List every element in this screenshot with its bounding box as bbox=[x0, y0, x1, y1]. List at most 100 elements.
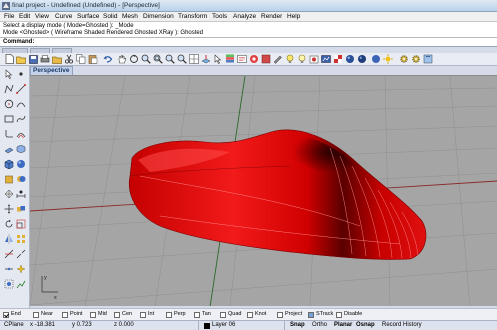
osnap-checkbox[interactable] bbox=[166, 312, 172, 318]
zoom-window-icon[interactable] bbox=[153, 54, 163, 64]
move-icon[interactable] bbox=[3, 203, 14, 214]
extrude-icon[interactable] bbox=[3, 173, 14, 184]
boolean-icon[interactable] bbox=[15, 173, 26, 184]
analyze-icon[interactable] bbox=[15, 278, 26, 289]
layer-icon[interactable] bbox=[225, 54, 235, 64]
dimension-icon[interactable] bbox=[15, 188, 26, 199]
osnap-toggle[interactable]: Osnap bbox=[356, 322, 375, 328]
arc-icon[interactable] bbox=[15, 98, 26, 109]
four-viewports-icon[interactable] bbox=[189, 54, 199, 64]
osnap-checkbox[interactable] bbox=[220, 312, 226, 318]
viewport-tab-perspective[interactable]: Perspective bbox=[30, 66, 73, 75]
line-icon[interactable] bbox=[15, 83, 26, 94]
rotate-icon[interactable] bbox=[3, 218, 14, 229]
gear-icon[interactable] bbox=[399, 54, 409, 64]
join-icon[interactable] bbox=[3, 263, 14, 274]
sun-icon[interactable] bbox=[383, 54, 393, 64]
menu-transform[interactable]: Transform bbox=[178, 13, 207, 20]
select-all-icon[interactable] bbox=[213, 54, 223, 64]
open-template-icon[interactable] bbox=[52, 54, 62, 64]
select-icon[interactable] bbox=[3, 68, 14, 79]
lightbulb-icon[interactable] bbox=[285, 54, 295, 64]
render-preview-icon[interactable] bbox=[309, 54, 319, 64]
pan-hand-icon[interactable] bbox=[117, 54, 127, 64]
box-icon[interactable] bbox=[3, 158, 14, 169]
osnap-checkbox[interactable] bbox=[62, 312, 68, 318]
save-icon[interactable] bbox=[28, 54, 38, 64]
layer-color-swatch[interactable] bbox=[204, 323, 210, 329]
menu-edit[interactable]: Edit bbox=[19, 13, 30, 20]
viewport-canvas[interactable]: y x bbox=[30, 76, 497, 306]
sphere-solid-icon[interactable] bbox=[15, 158, 26, 169]
new-file-icon[interactable] bbox=[4, 54, 14, 64]
osnap-checkbox[interactable] bbox=[140, 312, 146, 318]
cut-icon[interactable] bbox=[64, 54, 74, 64]
rectangle-icon[interactable] bbox=[3, 113, 14, 124]
offset-icon[interactable] bbox=[15, 128, 26, 139]
mirror-icon[interactable] bbox=[3, 233, 14, 244]
status-layer[interactable]: Layer 06 bbox=[212, 322, 235, 328]
split-icon[interactable] bbox=[15, 248, 26, 259]
osnap-checkbox[interactable] bbox=[194, 312, 200, 318]
loft-icon[interactable] bbox=[15, 143, 26, 154]
paste-icon[interactable] bbox=[88, 54, 98, 64]
materials-icon[interactable] bbox=[333, 54, 343, 64]
red-nurbs-object[interactable] bbox=[128, 129, 427, 260]
menu-dimension[interactable]: Dimension bbox=[143, 13, 174, 20]
osnap-checkbox[interactable] bbox=[308, 312, 314, 318]
group-icon[interactable] bbox=[3, 278, 14, 289]
array-icon[interactable] bbox=[15, 233, 26, 244]
light-icon[interactable] bbox=[297, 54, 307, 64]
cplane-icon[interactable] bbox=[201, 54, 211, 64]
print-icon[interactable] bbox=[40, 54, 50, 64]
zoom-selected-icon[interactable] bbox=[177, 54, 187, 64]
menu-help[interactable]: Help bbox=[287, 13, 300, 20]
object-properties-icon[interactable] bbox=[237, 54, 247, 64]
menu-surface[interactable]: Surface bbox=[77, 13, 99, 20]
properties-icon[interactable] bbox=[261, 54, 271, 64]
rotate-view-icon[interactable] bbox=[129, 54, 139, 64]
osnap-checkbox[interactable] bbox=[336, 312, 342, 318]
environment-icon[interactable] bbox=[357, 54, 367, 64]
polyline-icon[interactable] bbox=[3, 83, 14, 94]
menu-mesh[interactable]: Mesh bbox=[122, 13, 138, 20]
curve-icon[interactable] bbox=[15, 113, 26, 124]
menu-curve[interactable]: Curve bbox=[55, 13, 72, 20]
osnap-checkbox[interactable] bbox=[277, 312, 283, 318]
osnap-checkbox[interactable] bbox=[3, 312, 9, 318]
zoom-extents-icon[interactable] bbox=[165, 54, 175, 64]
osnap-checkbox[interactable] bbox=[33, 312, 39, 318]
undo-icon[interactable] bbox=[103, 54, 113, 64]
point-icon[interactable] bbox=[15, 68, 26, 79]
sphere-icon[interactable] bbox=[371, 54, 381, 64]
menu-solid[interactable]: Solid bbox=[103, 13, 117, 20]
osnap-checkbox[interactable] bbox=[114, 312, 120, 318]
snap-toggle[interactable]: Snap bbox=[290, 322, 305, 328]
render-settings-icon[interactable] bbox=[345, 54, 355, 64]
ortho-toggle[interactable]: Ortho bbox=[312, 322, 327, 328]
trim-icon[interactable] bbox=[3, 248, 14, 259]
circle-icon[interactable] bbox=[3, 98, 14, 109]
scale-icon[interactable] bbox=[15, 218, 26, 229]
menu-view[interactable]: View bbox=[35, 13, 49, 20]
zoom-dynamic-icon[interactable] bbox=[141, 54, 151, 64]
surface-icon[interactable] bbox=[3, 143, 14, 154]
gear-icon[interactable] bbox=[411, 54, 421, 64]
render-icon[interactable] bbox=[321, 54, 331, 64]
menu-file[interactable]: File bbox=[4, 13, 14, 20]
menu-render[interactable]: Render bbox=[261, 13, 282, 20]
record-history-toggle[interactable]: Record History bbox=[382, 322, 422, 328]
osnap-checkbox[interactable] bbox=[90, 312, 96, 318]
perspective-viewport[interactable]: y x bbox=[30, 75, 497, 306]
planar-toggle[interactable]: Planar bbox=[334, 322, 352, 328]
menu-analyze[interactable]: Analyze bbox=[233, 13, 256, 20]
options-icon[interactable] bbox=[273, 54, 283, 64]
fillet-icon[interactable] bbox=[3, 128, 14, 139]
help-icon[interactable] bbox=[423, 54, 433, 64]
osnap-checkbox[interactable] bbox=[247, 312, 253, 318]
copy-icon[interactable] bbox=[76, 54, 86, 64]
explode-icon[interactable] bbox=[15, 263, 26, 274]
copy-object-icon[interactable] bbox=[15, 203, 26, 214]
color-icon[interactable] bbox=[249, 54, 259, 64]
command-line[interactable]: Command: bbox=[0, 38, 497, 47]
